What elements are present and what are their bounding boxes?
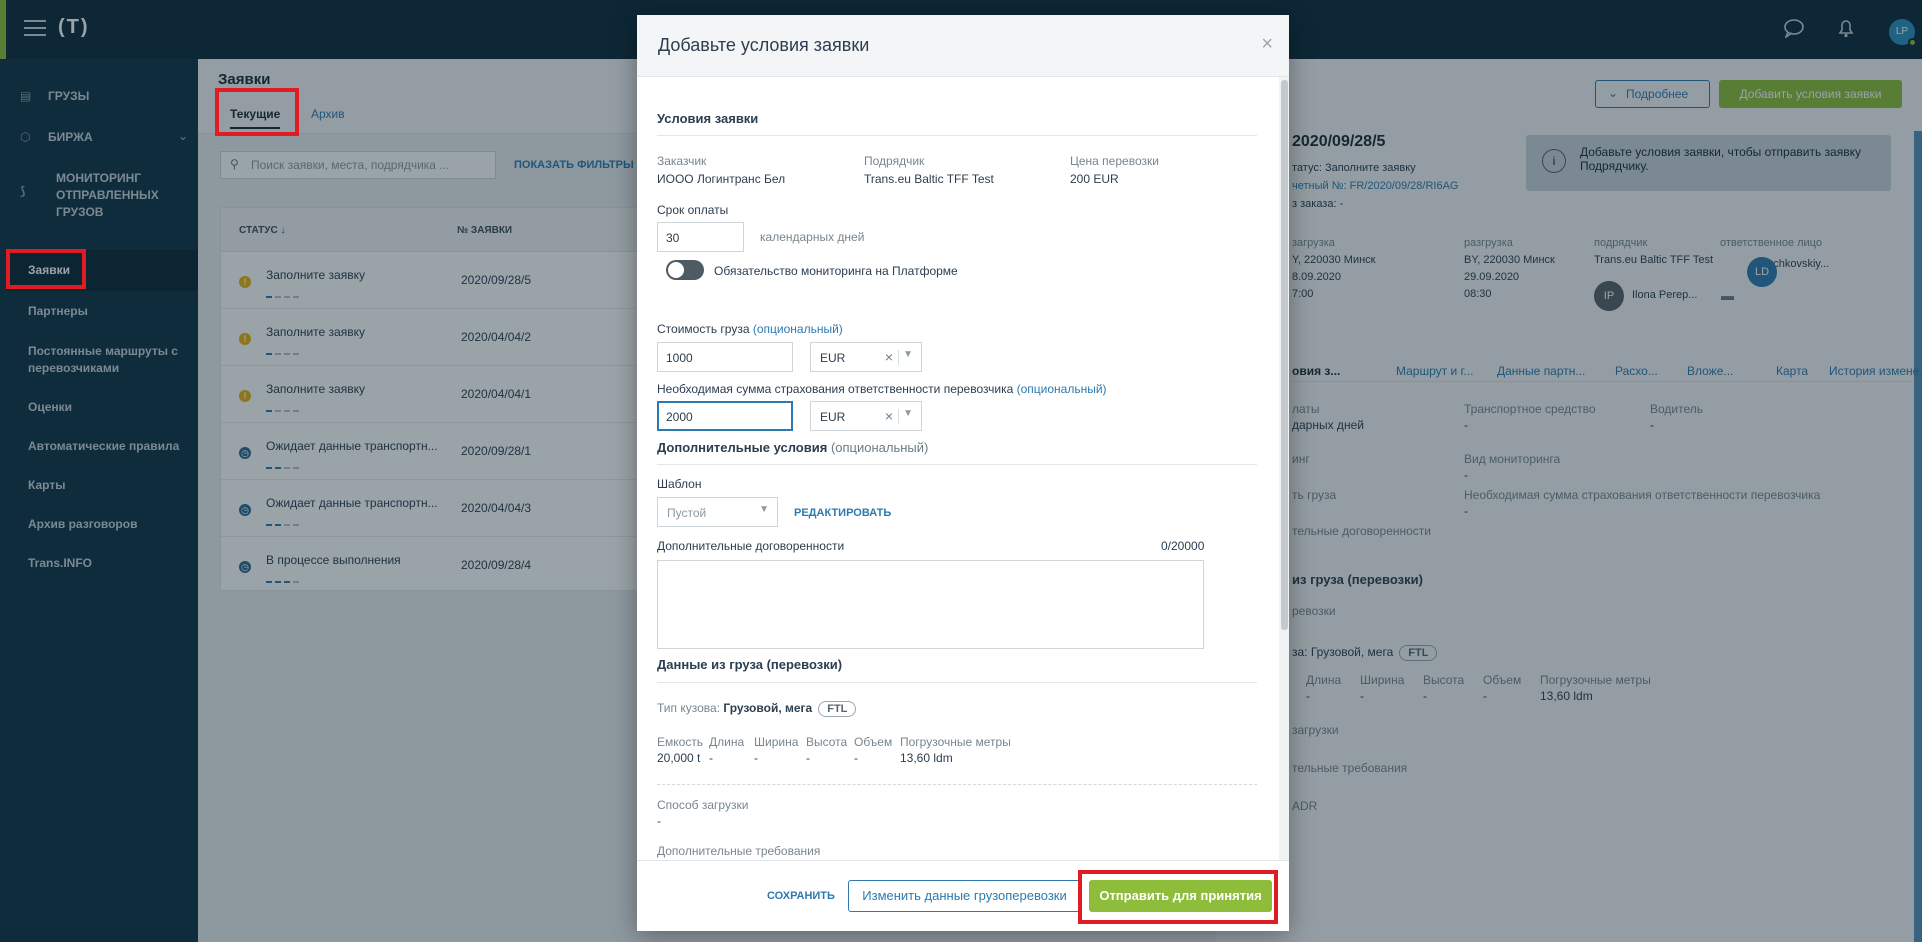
section-title: Дополнительные условия (опциональный) — [657, 440, 928, 455]
cargo-cost-input[interactable]: 1000 — [657, 342, 793, 372]
monitoring-toggle-label: Обязательство мониторинга на Платформе — [714, 264, 958, 278]
divider — [898, 409, 899, 424]
monitoring-toggle[interactable] — [666, 260, 704, 280]
scrollbar-thumb[interactable] — [1281, 80, 1288, 630]
agreements-label: Дополнительные договоренности — [657, 539, 845, 553]
spec-value: 13,60 ldm — [900, 751, 953, 765]
divider — [657, 784, 1257, 785]
divider — [898, 350, 899, 365]
spec-value: - — [709, 751, 713, 765]
currency-value: EUR — [820, 351, 846, 365]
body-type-value: Грузовой, мега — [723, 701, 813, 715]
character-counter: 0/20000 — [1161, 539, 1205, 553]
agreements-textarea[interactable] — [657, 560, 1204, 649]
cargo-cost-label-text: Стоимость груза — [657, 322, 750, 336]
contractor-value: Trans.eu Baltic TFF Test — [864, 172, 994, 186]
divider — [657, 464, 1257, 465]
cargo-cost-label: Стоимость груза (опциональный) — [657, 322, 843, 336]
highlight-box — [6, 249, 86, 289]
extra-requirements-label: Дополнительные требования — [657, 844, 821, 858]
template-label: Шаблон — [657, 477, 702, 491]
edit-template-link[interactable]: РЕДАКТИРОВАТЬ — [794, 507, 891, 519]
clear-icon[interactable]: × — [885, 349, 893, 365]
spec-label: Ширина — [754, 735, 799, 749]
clear-icon[interactable]: × — [885, 408, 893, 424]
add-conditions-modal: Добавьте условия заявки × Условия заявки… — [637, 15, 1289, 931]
loading-method-label: Способ загрузки — [657, 798, 749, 812]
close-icon[interactable]: × — [1261, 33, 1273, 56]
chevron-down-icon[interactable]: ▼ — [903, 408, 913, 419]
insurance-currency-select[interactable]: EUR × ▼ — [810, 401, 922, 431]
currency-value: EUR — [820, 410, 846, 424]
modal-title: Добавьте условия заявки — [658, 35, 870, 55]
ftl-badge: FTL — [818, 701, 857, 717]
modal-body: Условия заявки Заказчик ИООО Логинтранс … — [637, 77, 1289, 860]
spec-label: Емкость — [657, 735, 704, 749]
change-transport-data-button[interactable]: Изменить данные грузоперевозки — [848, 880, 1081, 912]
spec-label: Объем — [854, 735, 893, 749]
optional-hint: (опциональный) — [752, 322, 843, 336]
loading-method-value: - — [657, 814, 661, 828]
customer-label: Заказчик — [657, 154, 707, 168]
chevron-down-icon: ▼ — [759, 504, 769, 515]
body-type-row: Тип кузова: Грузовой, мега FTL — [657, 701, 857, 717]
template-value: Пустой — [667, 506, 707, 520]
customer-value: ИООО Логинтранс Бел — [657, 172, 786, 186]
price-value: 200 EUR — [1070, 172, 1119, 186]
divider — [657, 135, 1257, 136]
insurance-label-text: Необходимая сумма страхования ответствен… — [657, 382, 1014, 396]
body-type-label: Тип кузова: — [657, 701, 721, 715]
divider — [657, 682, 1257, 683]
spec-label: Высота — [806, 735, 848, 749]
highlight-box — [215, 88, 299, 136]
spec-value: - — [754, 751, 758, 765]
chevron-down-icon[interactable]: ▼ — [903, 349, 913, 360]
price-label: Цена перевозки — [1070, 154, 1159, 168]
payment-term-label: Срок оплаты — [657, 203, 729, 217]
cargo-cost-currency-select[interactable]: EUR × ▼ — [810, 342, 922, 372]
app: (T) LP ▤ ГРУЗЫ ⬡ БИРЖА ⌄ ⟆ МОНИТОРИНГ ОТПРАВ… — [0, 0, 1922, 942]
insurance-label: Необходимая сумма страхования ответствен… — [657, 382, 1107, 396]
section-title-text: Дополнительные условия — [657, 440, 828, 455]
payment-term-unit: календарных дней — [760, 230, 865, 244]
spec-value: - — [806, 751, 810, 765]
optional-hint: (опциональный) — [830, 440, 929, 455]
toggle-knob — [668, 262, 684, 278]
section-title: Данные из груза (перевозки) — [657, 657, 843, 672]
spec-label: Длина — [709, 735, 745, 749]
scrollbar[interactable] — [1279, 77, 1289, 860]
template-select[interactable]: Пустой ▼ — [657, 497, 778, 527]
payment-term-input[interactable]: 30 — [657, 222, 744, 252]
section-title: Условия заявки — [657, 111, 759, 126]
highlight-box — [1078, 870, 1278, 924]
spec-label: Погрузочные метры — [900, 735, 1011, 749]
spec-value: - — [854, 751, 858, 765]
save-button[interactable]: СОХРАНИТЬ — [767, 890, 835, 902]
optional-hint: (опциональный) — [1016, 382, 1107, 396]
modal-header: Добавьте условия заявки × — [637, 15, 1289, 77]
insurance-input[interactable]: 2000 — [657, 401, 793, 431]
contractor-label: Подрядчик — [864, 154, 925, 168]
spec-value: 20,000 t — [657, 751, 701, 765]
